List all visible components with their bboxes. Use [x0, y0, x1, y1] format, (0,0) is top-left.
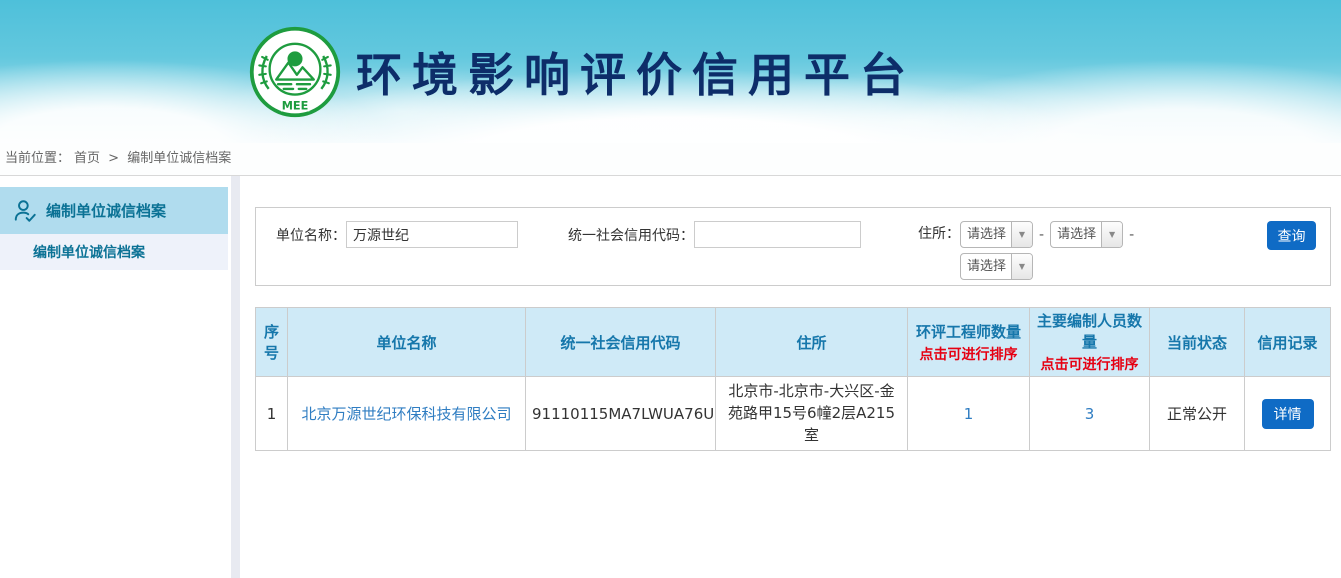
- result-table: 序号 单位名称 统一社会信用代码 住所 环评工程师数量 点击可进行排序 主要编制…: [255, 307, 1331, 451]
- detail-button[interactable]: 详情: [1262, 399, 1314, 429]
- cell-status: 正常公开: [1150, 377, 1245, 451]
- cell-index: 1: [256, 377, 288, 451]
- table-header-row: 序号 单位名称 统一社会信用代码 住所 环评工程师数量 点击可进行排序 主要编制…: [256, 308, 1331, 377]
- breadcrumb-current: 编制单位诚信档案: [127, 151, 231, 166]
- sort-hint: 点击可进行排序: [910, 344, 1027, 364]
- cell-credit-code: 91110115MA7LWUA76U: [526, 377, 716, 451]
- breadcrumb-home-link[interactable]: 首页: [74, 151, 100, 166]
- dash-separator: -: [1039, 227, 1044, 243]
- credit-code-label: 统一社会信用代码：: [568, 225, 694, 245]
- query-button[interactable]: 查询: [1267, 221, 1316, 250]
- sidebar: 编制单位诚信档案 编制单位诚信档案: [0, 176, 228, 578]
- dash-separator: -: [1129, 227, 1134, 243]
- staff-count-link[interactable]: 3: [1085, 405, 1095, 423]
- city-select[interactable]: 请选择 ▼: [1050, 221, 1123, 248]
- address-label: 住所：: [918, 221, 960, 248]
- city-select-value: 请选择: [1051, 222, 1101, 247]
- sort-hint: 点击可进行排序: [1032, 354, 1147, 374]
- district-select-value: 请选择: [961, 254, 1011, 279]
- credit-code-field: 统一社会信用代码：: [568, 221, 861, 248]
- chevron-down-icon[interactable]: ▼: [1011, 254, 1032, 279]
- sidebar-subitem-label: 编制单位诚信档案: [33, 242, 145, 262]
- sidebar-subitem-unit-credit-archive[interactable]: 编制单位诚信档案: [0, 234, 228, 270]
- chevron-down-icon[interactable]: ▼: [1101, 222, 1122, 247]
- header-address: 住所: [716, 308, 908, 377]
- breadcrumb-separator: >: [108, 151, 119, 166]
- company-name-link[interactable]: 北京万源世纪环保科技有限公司: [301, 405, 511, 423]
- cell-address: 北京市-北京市-大兴区-金苑路甲15号6幢2层A215室: [716, 377, 908, 451]
- credit-code-input[interactable]: [694, 221, 861, 248]
- unit-name-input[interactable]: [346, 221, 518, 248]
- header-engineer-count-sortable[interactable]: 环评工程师数量 点击可进行排序: [908, 308, 1030, 377]
- header-engineer-count-label: 环评工程师数量: [910, 321, 1027, 342]
- district-select[interactable]: 请选择 ▼: [960, 253, 1033, 280]
- address-field: 住所： 请选择 ▼ - 请选择 ▼ -: [918, 221, 1140, 285]
- sidebar-divider: [231, 176, 240, 578]
- logo-text: MEE: [282, 99, 309, 112]
- province-select-value: 请选择: [961, 222, 1011, 247]
- main-content: 单位名称： 统一社会信用代码： 住所： 请选择 ▼ -: [240, 176, 1341, 578]
- engineer-count-link[interactable]: 1: [964, 405, 974, 423]
- chevron-down-icon[interactable]: ▼: [1011, 222, 1032, 247]
- unit-name-field: 单位名称：: [276, 221, 518, 248]
- breadcrumb: 当前位置： 首页 > 编制单位诚信档案: [0, 143, 1341, 176]
- province-select[interactable]: 请选择 ▼: [960, 221, 1033, 248]
- sidebar-item-label: 编制单位诚信档案: [46, 200, 166, 221]
- table-row: 1 北京万源世纪环保科技有限公司 91110115MA7LWUA76U 北京市-…: [256, 377, 1331, 451]
- mee-logo-icon: MEE: [248, 25, 342, 119]
- header-credit-record: 信用记录: [1245, 308, 1331, 377]
- breadcrumb-prefix: 当前位置：: [5, 151, 70, 166]
- user-check-icon: [12, 198, 38, 224]
- sidebar-item-unit-credit-archive[interactable]: 编制单位诚信档案: [0, 187, 228, 234]
- unit-name-label: 单位名称：: [276, 225, 346, 245]
- search-panel: 单位名称： 统一社会信用代码： 住所： 请选择 ▼ -: [255, 207, 1331, 286]
- header-company-name: 单位名称: [288, 308, 526, 377]
- header-status: 当前状态: [1150, 308, 1245, 377]
- header-credit-code: 统一社会信用代码: [526, 308, 716, 377]
- page-title: 环境影响评价信用平台: [356, 39, 916, 105]
- banner: MEE 环境影响评价信用平台: [0, 0, 1341, 143]
- header-index: 序号: [256, 308, 288, 377]
- header-staff-count-sortable[interactable]: 主要编制人员数量 点击可进行排序: [1030, 308, 1150, 377]
- header-staff-count-label: 主要编制人员数量: [1032, 310, 1147, 352]
